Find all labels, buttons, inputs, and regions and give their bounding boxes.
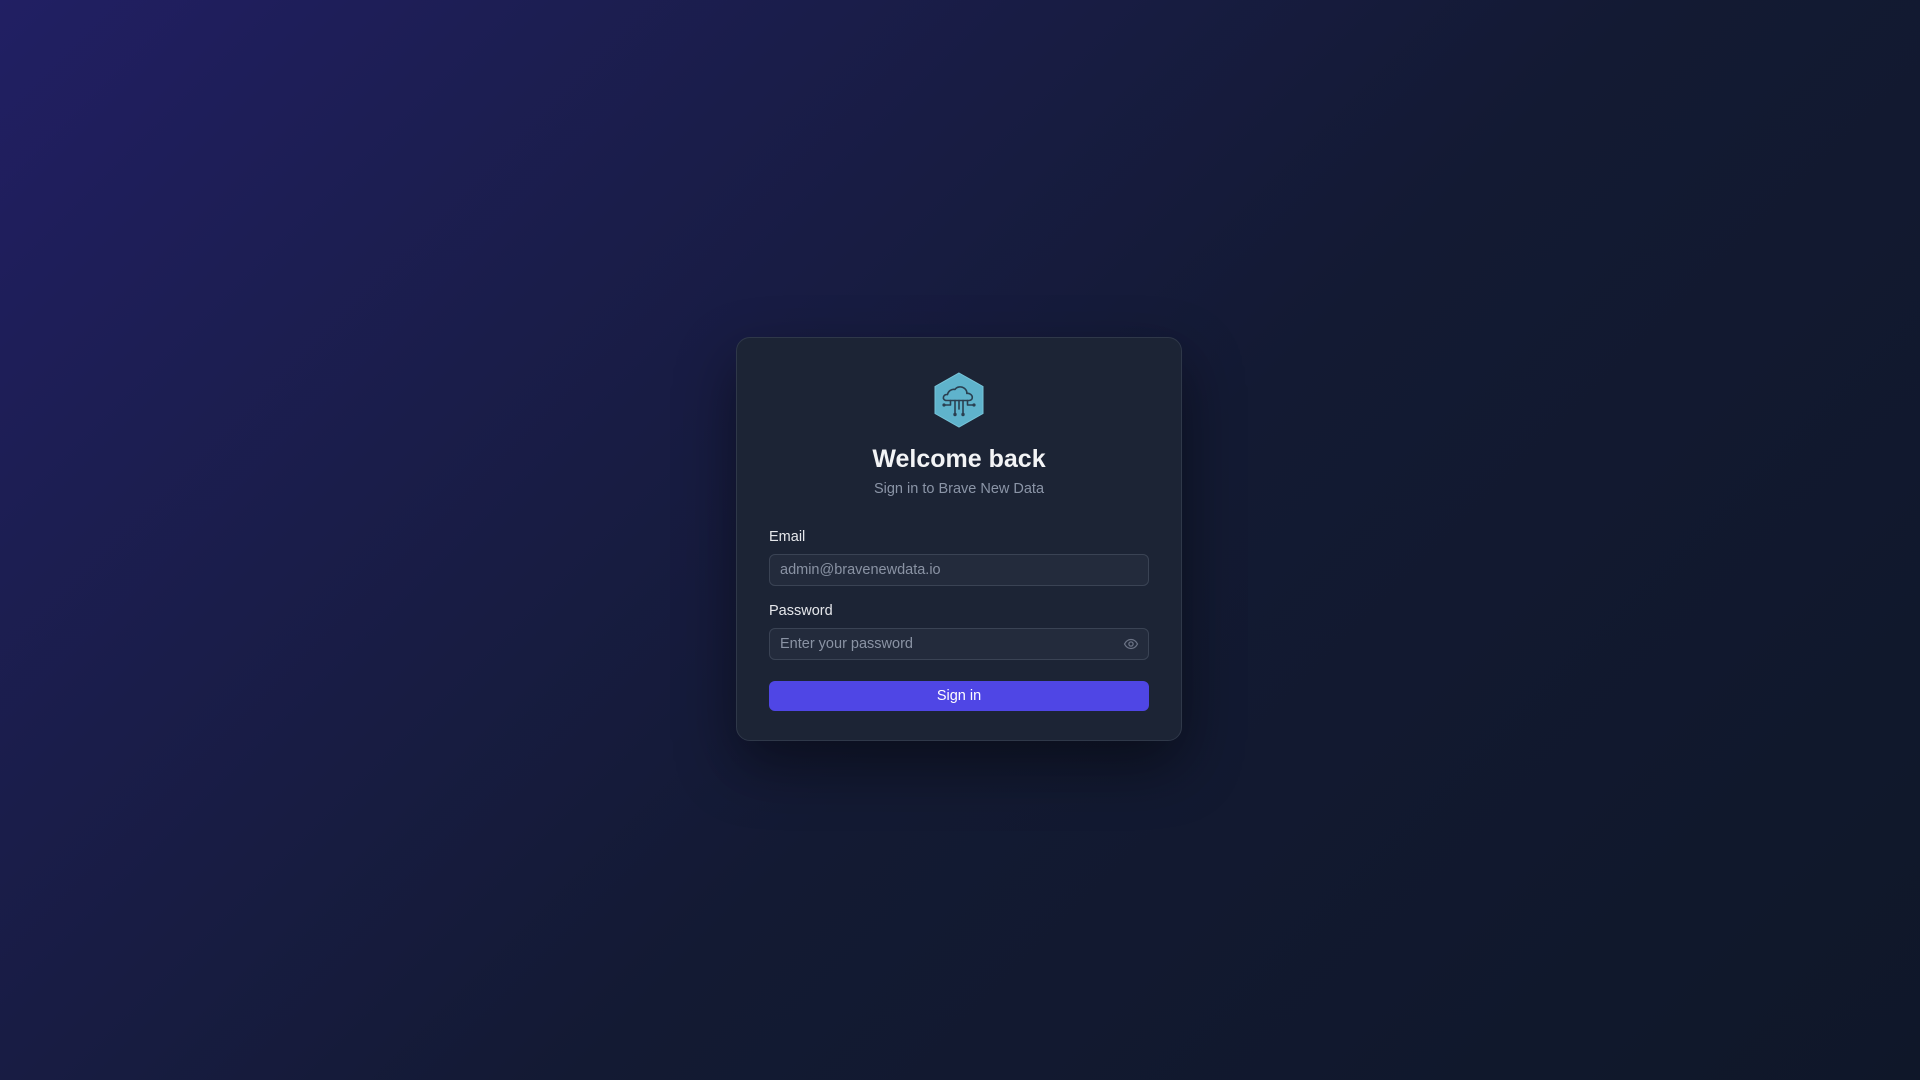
sign-in-button[interactable]: Sign in — [769, 681, 1149, 711]
login-card: Welcome back Sign in to Brave New Data E… — [736, 337, 1182, 741]
password-label: Password — [769, 603, 833, 619]
email-label: Email — [769, 529, 806, 545]
cloud-network-hex-icon — [934, 372, 984, 428]
email-field[interactable] — [769, 554, 1149, 586]
eye-icon[interactable] — [1123, 636, 1139, 652]
logo-container — [769, 372, 1149, 428]
page-title: Welcome back — [872, 445, 1046, 473]
email-field-wrapper — [769, 554, 1149, 586]
password-field[interactable] — [769, 628, 1149, 660]
password-field-wrapper — [769, 628, 1149, 660]
page-subtitle: Sign in to Brave New Data — [873, 481, 1045, 497]
